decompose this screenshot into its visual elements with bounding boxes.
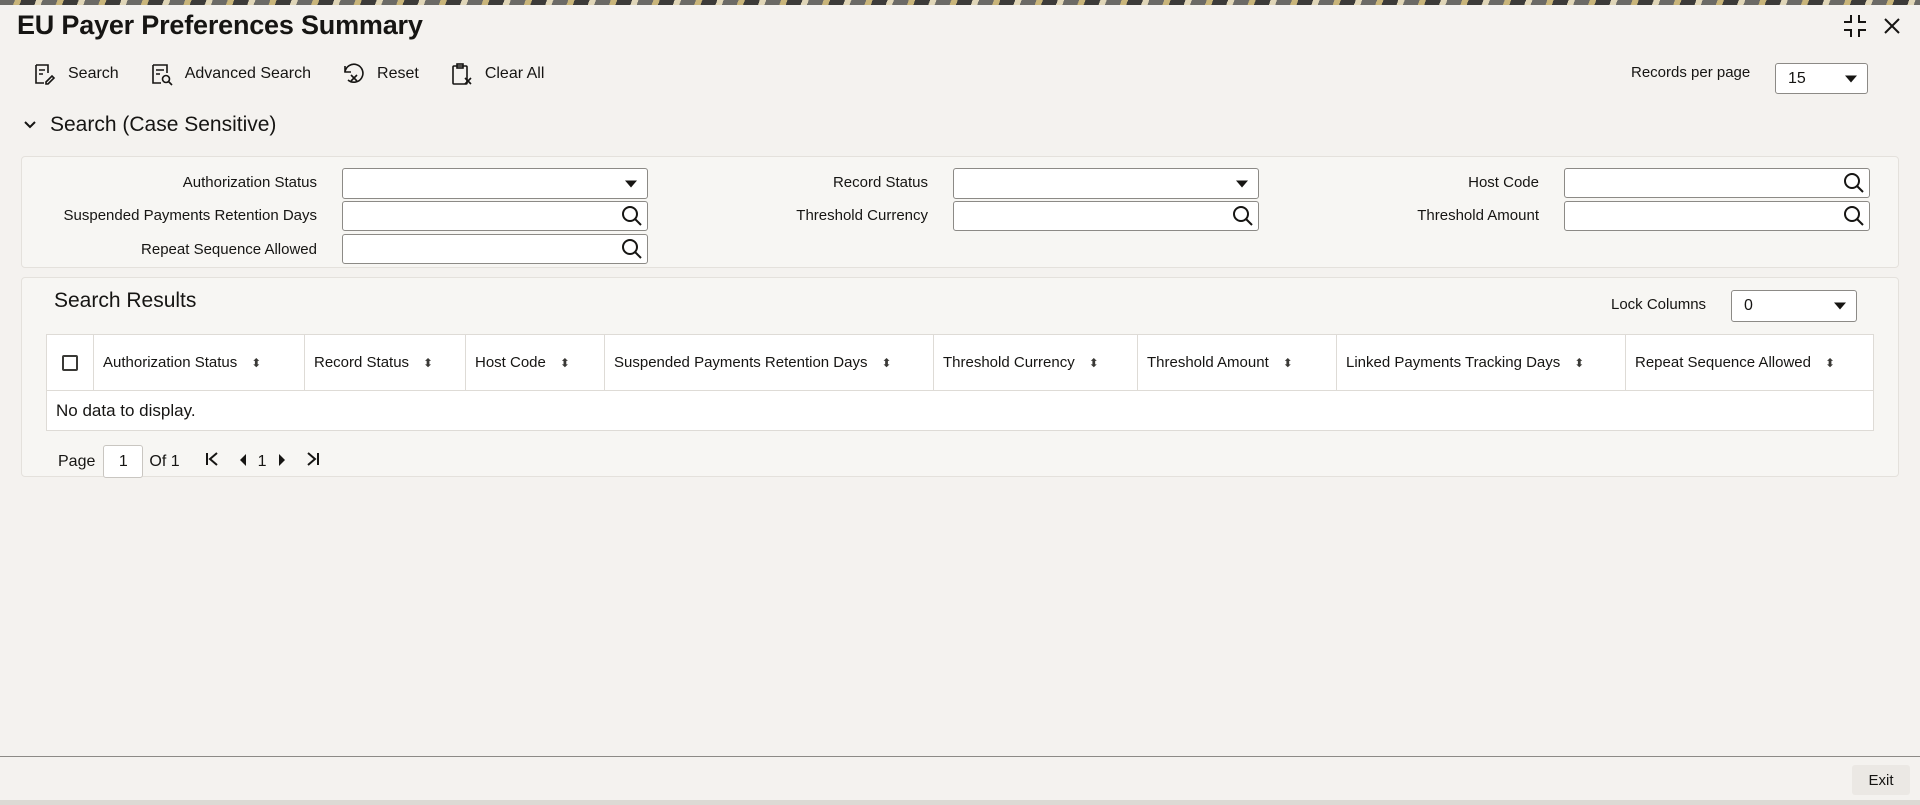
reset-icon xyxy=(344,63,364,83)
lock-columns-label: Lock Columns xyxy=(1611,296,1707,313)
column-header-repeat-sequence-allowed[interactable]: Repeat Sequence Allowed ⬍ xyxy=(1625,334,1874,391)
record-status-label: Record Status xyxy=(832,174,928,191)
empty-message: No data to display. xyxy=(56,400,196,420)
bottom-border xyxy=(0,800,1920,805)
pagination: Page 1 Of 1 1 xyxy=(58,445,327,478)
reset-button[interactable]: Reset xyxy=(341,62,419,86)
footer-bar: Exit xyxy=(0,756,1920,801)
search-results-title: Search Results xyxy=(54,289,197,312)
column-header-threshold-amount[interactable]: Threshold Amount ⬍ xyxy=(1137,334,1337,391)
lock-columns-select[interactable]: 0 xyxy=(1731,290,1857,322)
column-header-record-status[interactable]: Record Status ⬍ xyxy=(304,334,466,391)
authorization-status-select[interactable] xyxy=(342,168,648,199)
host-code-input[interactable] xyxy=(1571,169,1835,197)
table-header-row: Authorization Status ⬍ Record Status ⬍ Hos… xyxy=(46,334,1874,391)
authorization-status-label: Authorization Status xyxy=(182,174,317,191)
threshold-amount-input[interactable] xyxy=(1571,202,1835,230)
clear-all-button[interactable]: Clear All xyxy=(449,62,545,86)
search-button-label: Search xyxy=(68,65,119,82)
table-row: No data to display. xyxy=(47,391,1874,431)
page-of-label: Of 1 xyxy=(149,452,180,470)
results-table: Authorization Status ⬍ Record Status ⬍ Hos… xyxy=(46,334,1874,431)
first-page-icon[interactable] xyxy=(204,451,220,472)
chevron-down-icon xyxy=(24,121,36,129)
header-banner xyxy=(0,0,1920,5)
sort-icon[interactable]: ⬍ xyxy=(1825,356,1835,370)
column-header-linked-payments-tracking-days[interactable]: Linked Payments Tracking Days ⬍ xyxy=(1336,334,1626,391)
repeat-sequence-allowed-input[interactable] xyxy=(349,235,613,263)
threshold-currency-label: Threshold Currency xyxy=(796,207,928,224)
sort-icon[interactable]: ⬍ xyxy=(423,356,433,370)
sort-icon[interactable]: ⬍ xyxy=(1574,356,1584,370)
search-button[interactable]: Search xyxy=(32,62,119,86)
exit-button[interactable]: Exit xyxy=(1852,765,1910,795)
column-header-authorization-status[interactable]: Authorization Status ⬍ xyxy=(93,334,305,391)
suspended-payments-retention-days-field xyxy=(342,201,648,231)
host-code-field xyxy=(1564,168,1870,198)
previous-page-icon[interactable] xyxy=(238,452,248,472)
search-section-toggle[interactable]: Search (Case Sensitive) xyxy=(22,113,276,137)
toolbar: Search Advanced Search Reset Clear All xyxy=(32,62,544,86)
clear-all-label: Clear All xyxy=(484,65,545,82)
lock-columns-value: 0 xyxy=(1744,297,1753,314)
repeat-sequence-allowed-label: Repeat Sequence Allowed xyxy=(141,241,317,258)
search-icon[interactable] xyxy=(621,238,643,260)
advanced-search-label: Advanced Search xyxy=(184,65,312,82)
sort-icon[interactable]: ⬍ xyxy=(1089,356,1099,370)
search-icon[interactable] xyxy=(1843,205,1865,227)
compress-icon[interactable] xyxy=(1842,13,1868,45)
select-all-checkbox[interactable] xyxy=(62,354,78,371)
threshold-amount-label: Threshold Amount xyxy=(1417,207,1539,224)
suspended-payments-retention-days-label: Suspended Payments Retention Days xyxy=(63,207,317,224)
page-label: Page xyxy=(58,452,96,470)
close-icon[interactable] xyxy=(1882,16,1902,42)
threshold-currency-input[interactable] xyxy=(960,202,1224,230)
suspended-payments-retention-days-input[interactable] xyxy=(349,202,613,230)
chevron-down-icon xyxy=(1834,302,1846,310)
threshold-amount-field xyxy=(1564,201,1870,231)
current-page-number: 1 xyxy=(257,452,267,470)
sort-icon[interactable]: ⬍ xyxy=(251,356,261,370)
reset-label: Reset xyxy=(377,65,419,82)
chevron-down-icon xyxy=(1845,75,1857,82)
column-header-threshold-currency[interactable]: Threshold Currency ⬍ xyxy=(933,334,1138,391)
records-per-page-value: 15 xyxy=(1788,69,1806,87)
advanced-search-button[interactable]: Advanced Search xyxy=(149,62,311,86)
sort-icon[interactable]: ⬍ xyxy=(881,356,891,370)
repeat-sequence-allowed-field xyxy=(342,234,648,264)
host-code-label: Host Code xyxy=(1468,174,1539,191)
sort-icon[interactable]: ⬍ xyxy=(1283,356,1293,370)
search-icon[interactable] xyxy=(1843,172,1865,194)
search-doc-icon xyxy=(35,64,56,85)
clipboard-clear-icon xyxy=(452,63,472,85)
next-page-icon[interactable] xyxy=(277,452,287,472)
search-section-title: Search (Case Sensitive) xyxy=(50,113,277,136)
record-status-select[interactable] xyxy=(953,168,1259,199)
threshold-currency-field xyxy=(953,201,1259,231)
select-all-header xyxy=(46,334,94,391)
records-per-page-select[interactable]: 15 xyxy=(1775,63,1868,94)
last-page-icon[interactable] xyxy=(305,451,321,472)
page-number-input[interactable]: 1 xyxy=(103,445,144,478)
advanced-search-icon xyxy=(151,64,173,86)
page-title: EU Payer Preferences Summary xyxy=(17,10,423,40)
records-per-page-label: Records per page xyxy=(1631,64,1751,81)
column-header-suspended-payments-retention-days[interactable]: Suspended Payments Retention Days ⬍ xyxy=(604,334,934,391)
sort-icon[interactable]: ⬍ xyxy=(560,356,570,370)
column-header-host-code[interactable]: Host Code ⬍ xyxy=(465,334,605,391)
window-controls xyxy=(1842,13,1902,45)
